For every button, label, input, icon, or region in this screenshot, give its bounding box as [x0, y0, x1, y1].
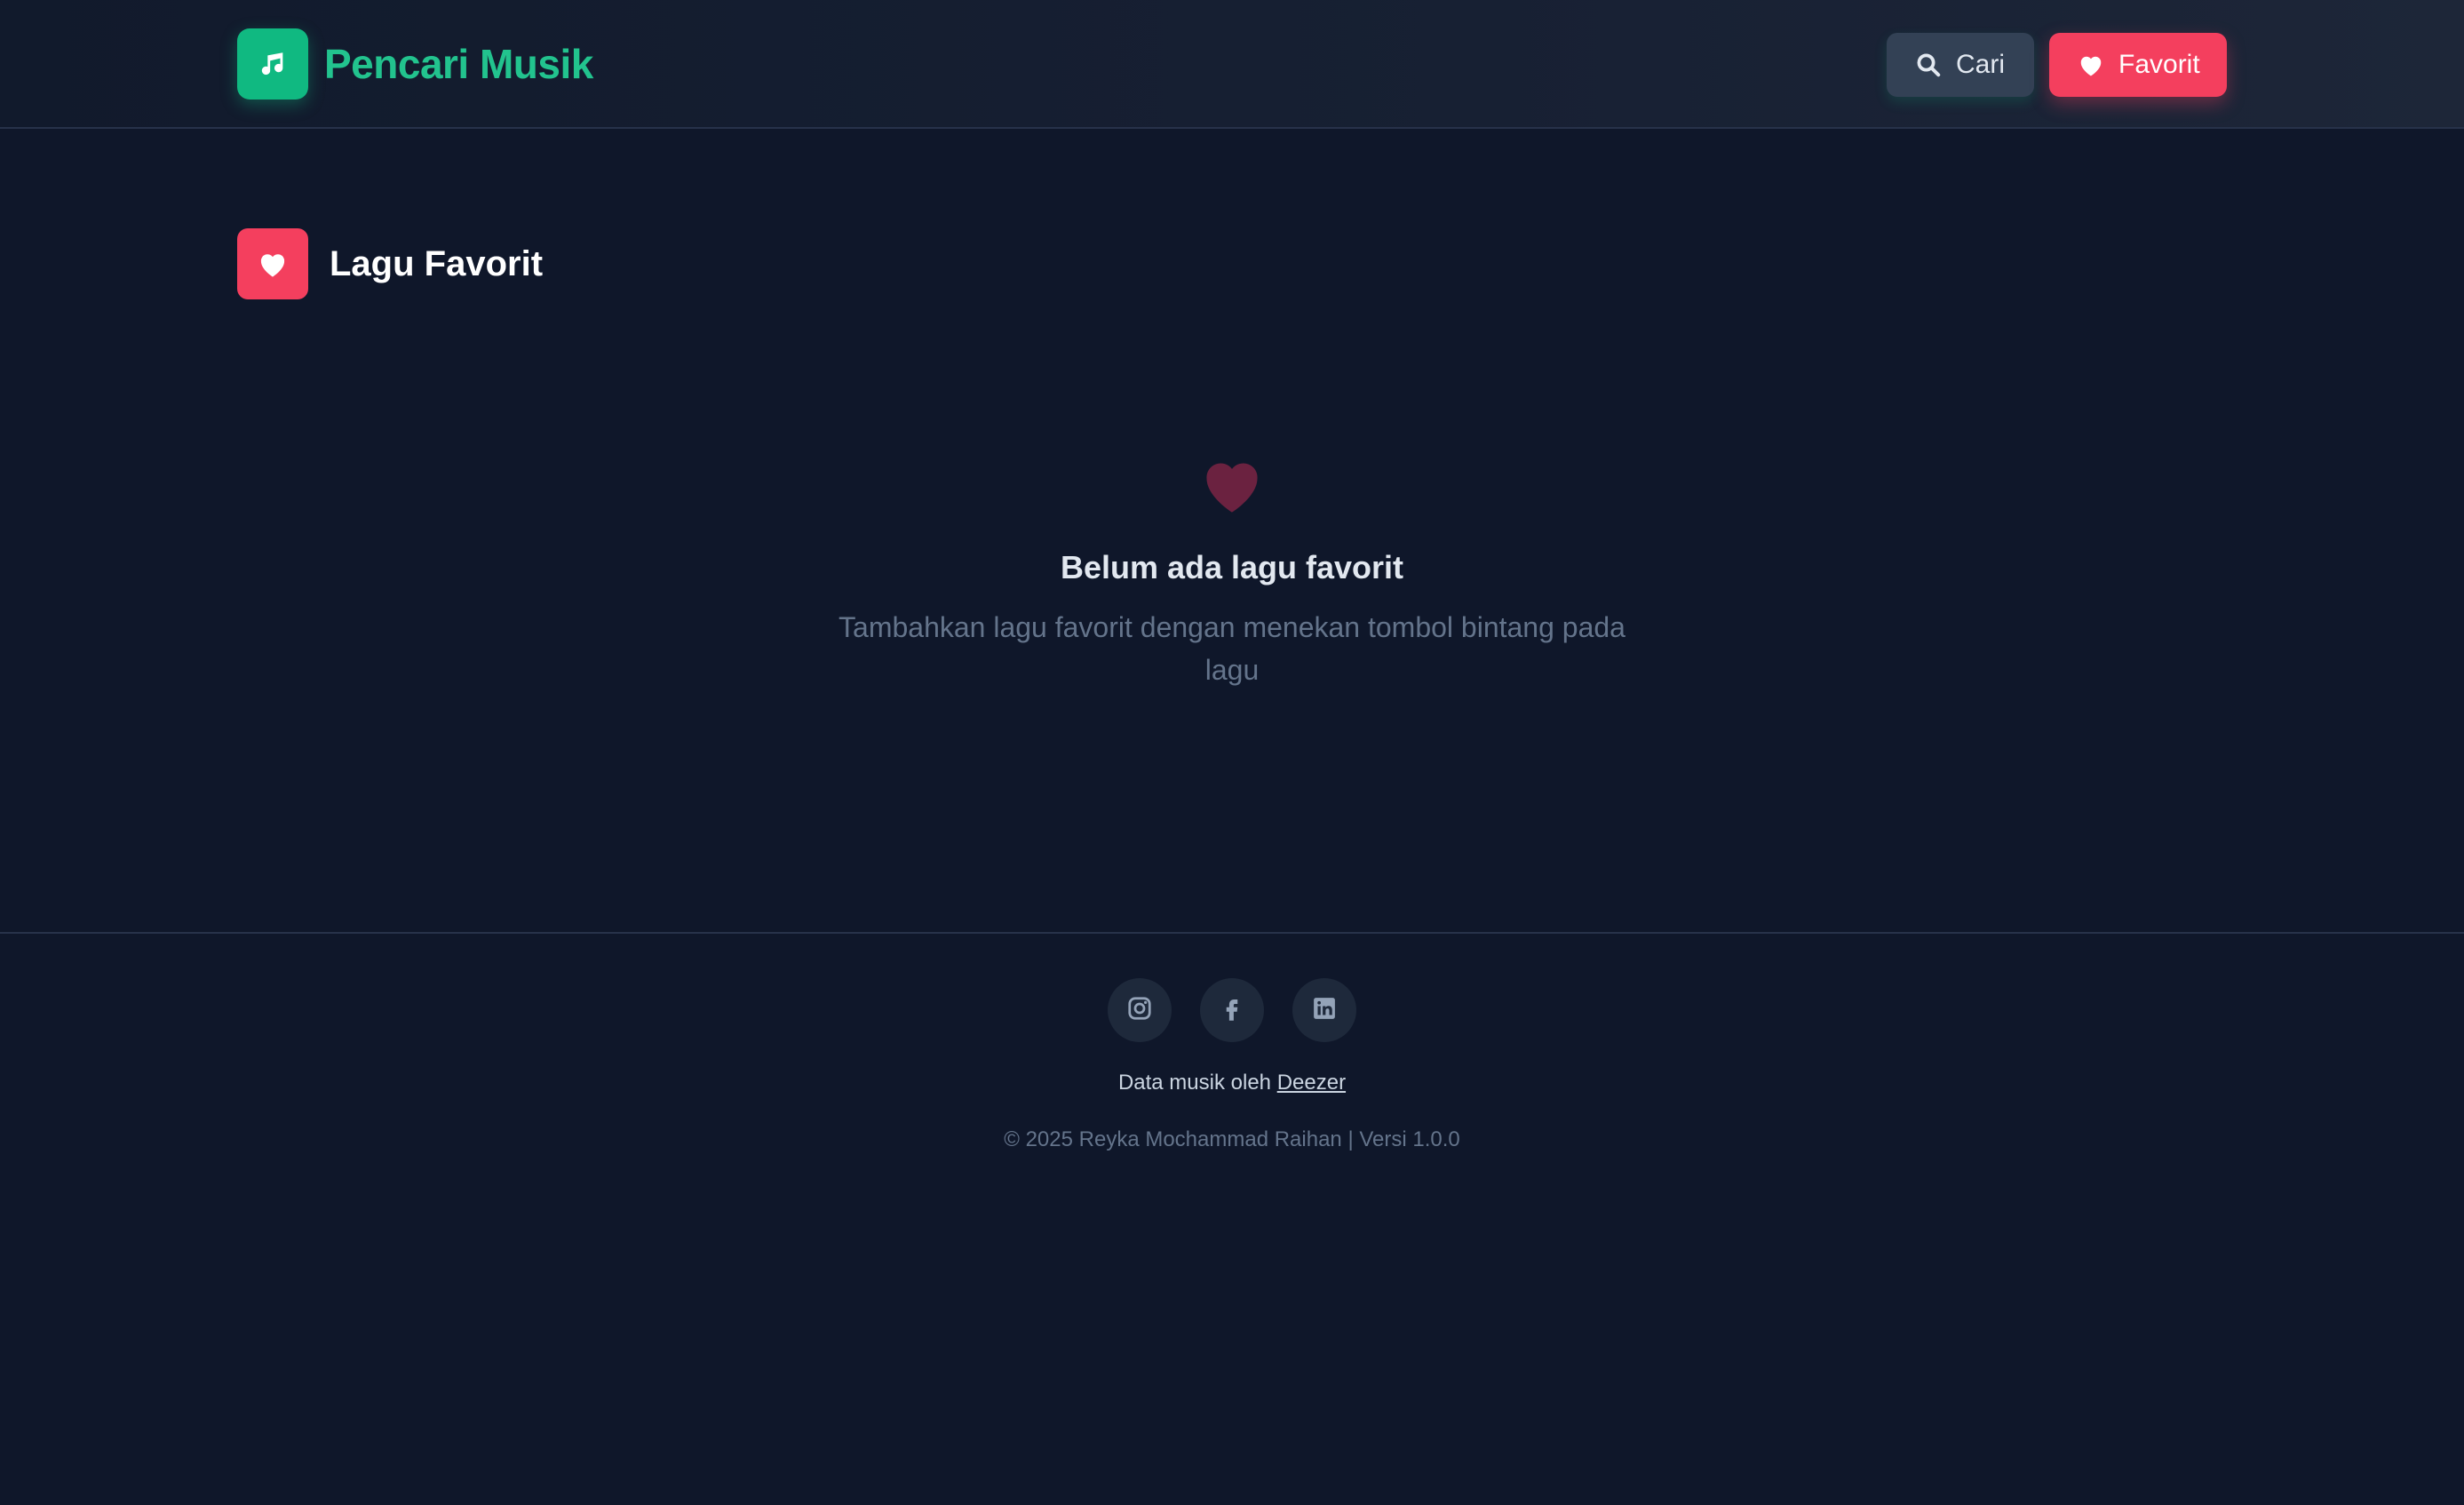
empty-state: Belum ada lagu favorit Tambahkan lagu fa…	[0, 453, 2464, 691]
facebook-icon	[1219, 995, 1245, 1026]
page-header: Lagu Favorit	[237, 228, 543, 299]
facebook-link[interactable]	[1200, 978, 1264, 1042]
favorite-button-label: Favorit	[2118, 50, 2200, 79]
instagram-link[interactable]	[1108, 978, 1172, 1042]
search-icon	[1915, 52, 1942, 78]
favorite-button[interactable]: Favorit	[2049, 33, 2227, 97]
instagram-icon	[1126, 995, 1153, 1026]
app-title: Pencari Musik	[324, 41, 593, 87]
deezer-link[interactable]: Deezer	[1277, 1071, 1346, 1095]
nav-buttons: Cari Favorit	[1887, 33, 2227, 97]
copyright-text: © 2025 Reyka Mochammad Raihan | Versi 1.…	[1004, 1127, 1460, 1151]
footer: Data musik oleh Deezer © 2025 Reyka Moch…	[0, 932, 2464, 1505]
social-links	[0, 978, 2464, 1042]
heart-icon	[2078, 52, 2104, 77]
linkedin-link[interactable]	[1292, 978, 1356, 1042]
search-button[interactable]: Cari	[1887, 33, 2034, 97]
heart-icon	[237, 228, 308, 299]
page-title: Lagu Favorit	[330, 243, 544, 283]
music-note-icon	[237, 28, 308, 100]
search-button-label: Cari	[1956, 50, 2006, 79]
top-navbar: Pencari Musik Cari Favorit	[0, 0, 2464, 129]
empty-state-title: Belum ada lagu favorit	[1060, 549, 1404, 585]
empty-state-description: Tambahkan lagu favorit dengan menekan to…	[839, 611, 1625, 686]
data-credit: Data musik oleh Deezer	[0, 1071, 2464, 1095]
brand[interactable]: Pencari Musik	[237, 28, 593, 100]
linkedin-icon	[1311, 995, 1338, 1026]
credit-prefix: Data musik oleh	[1117, 1071, 1272, 1095]
heart-icon	[0, 453, 2464, 515]
